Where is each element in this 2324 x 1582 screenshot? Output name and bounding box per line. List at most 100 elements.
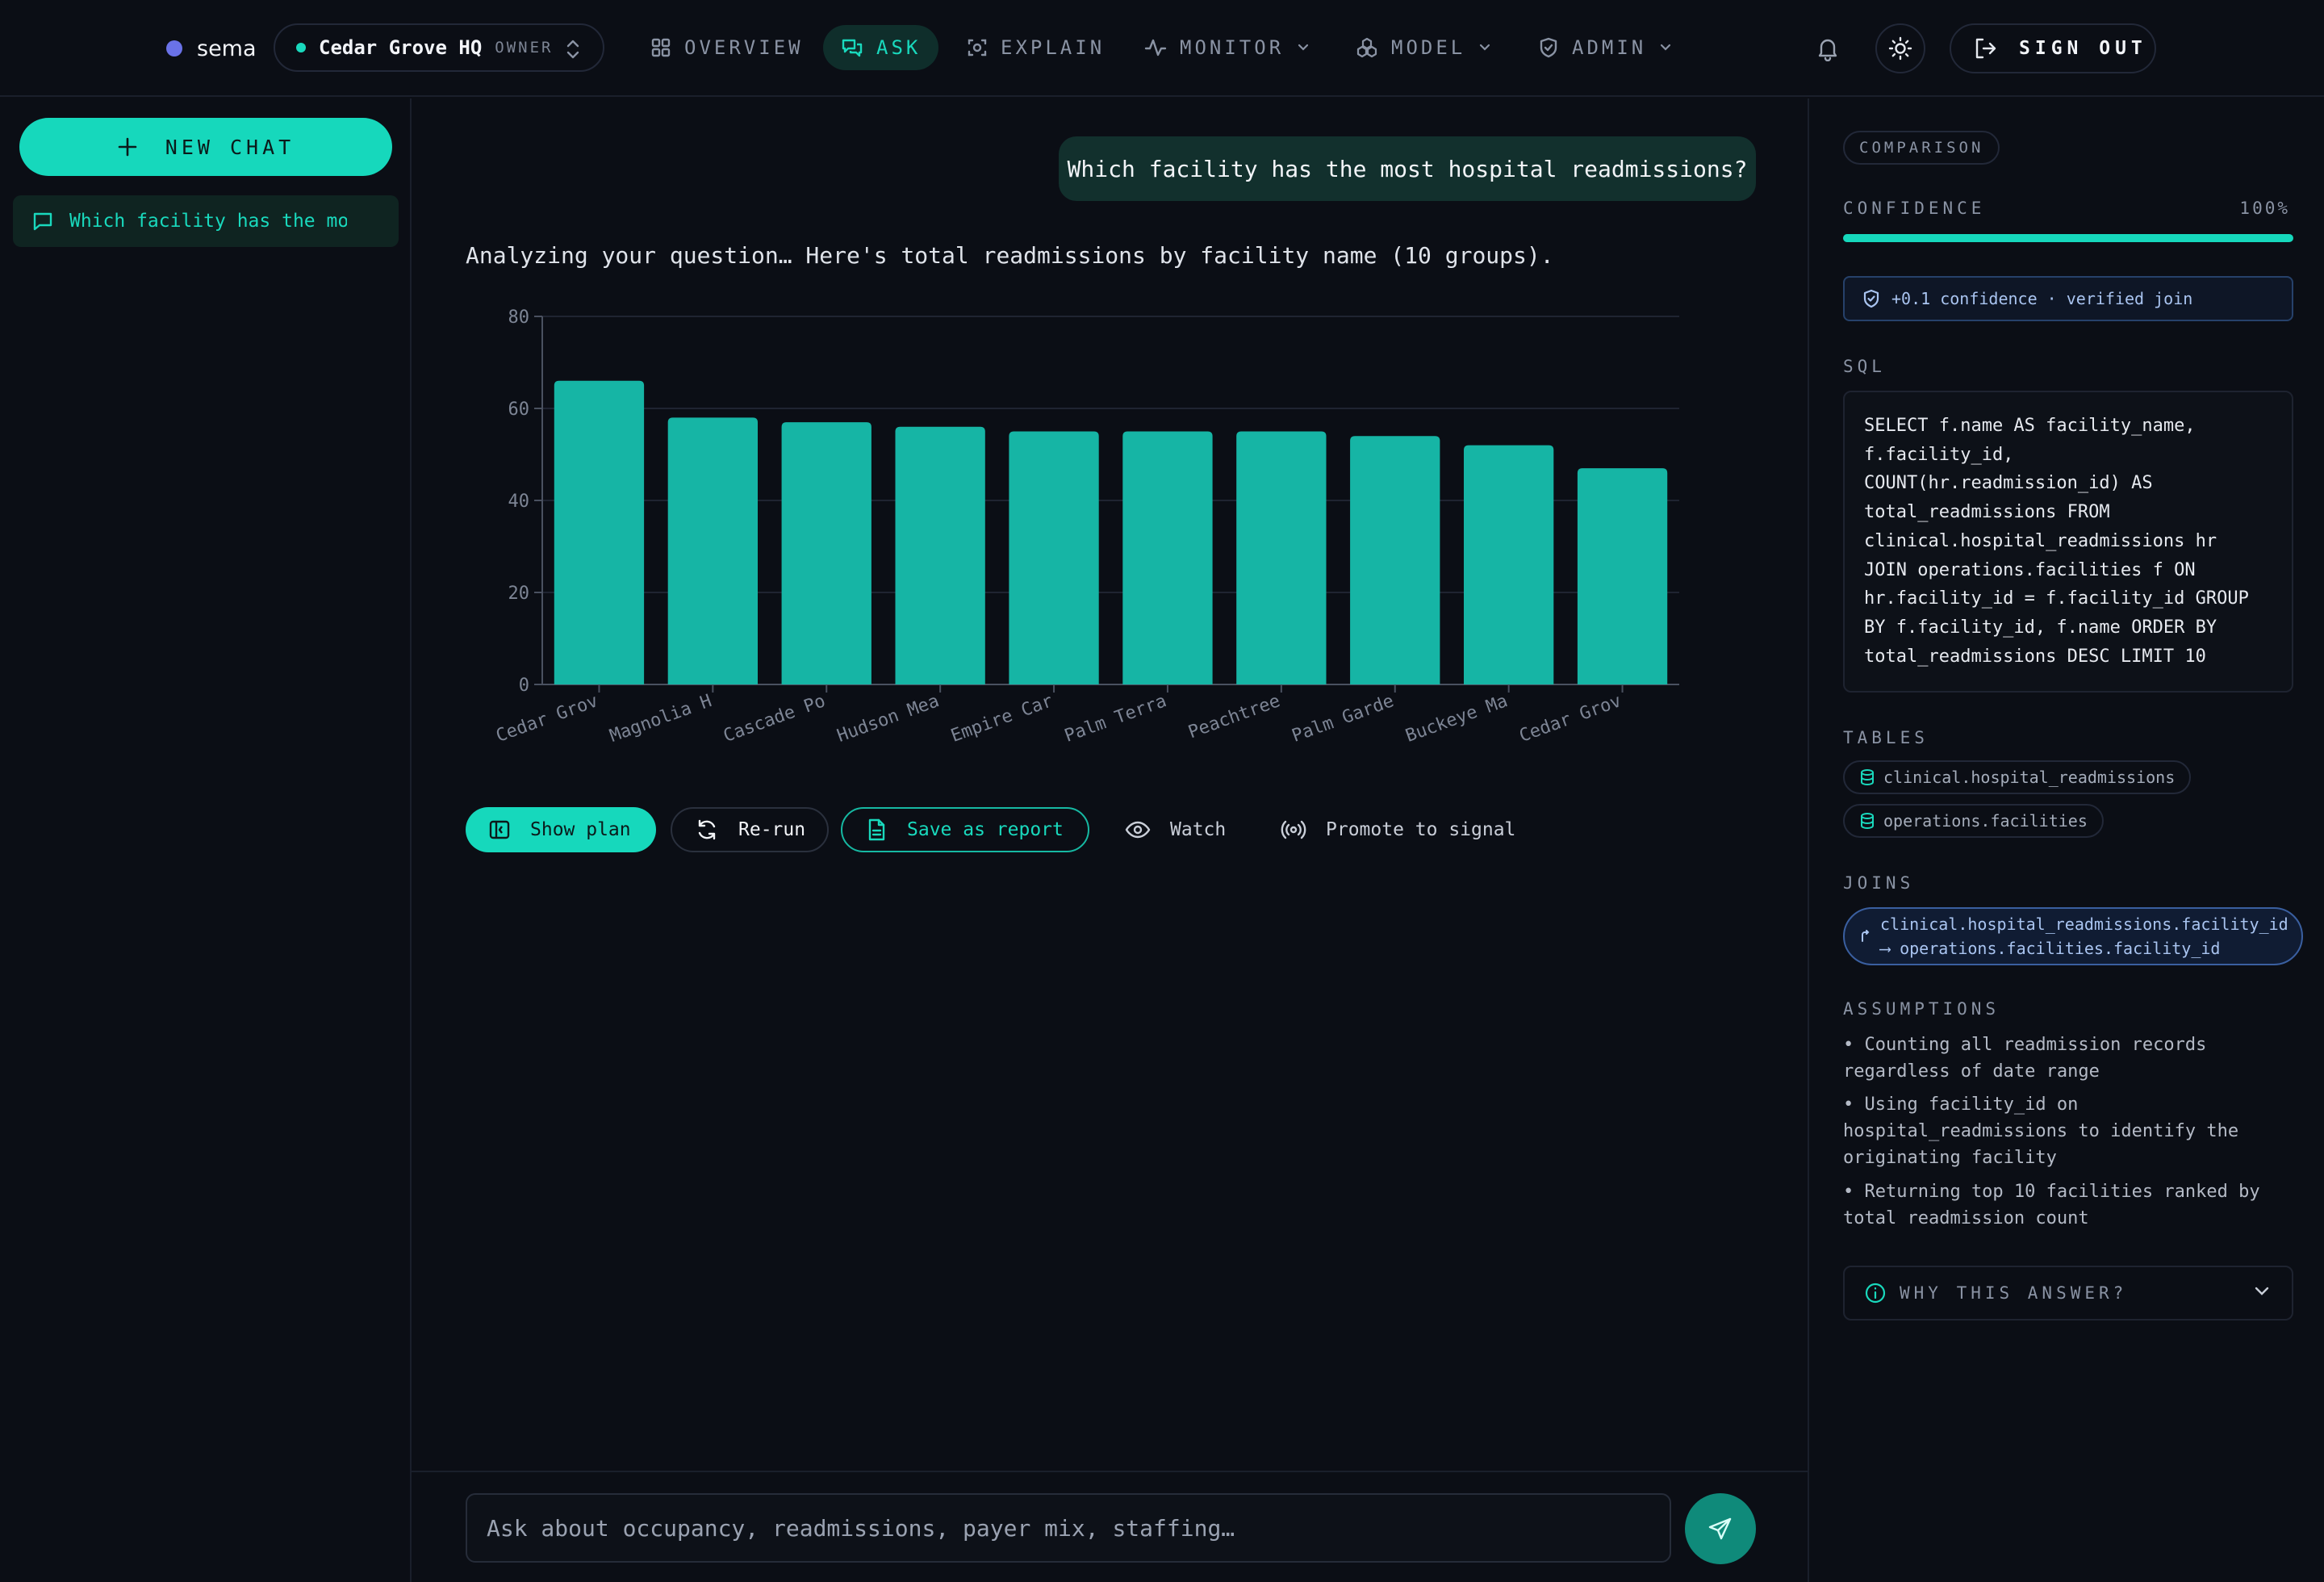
new-chat-button[interactable]: NEW CHAT (19, 118, 392, 176)
chevron-down-icon (1298, 44, 1309, 51)
sql-code-block: SELECT f.name AS facility_name, f.facili… (1843, 391, 2293, 693)
save-as-report-button[interactable]: Save as report (841, 807, 1089, 852)
confidence-bar-fill (1843, 234, 2293, 242)
bar (1122, 431, 1213, 684)
nav-admin[interactable]: ADMIN (1520, 25, 1690, 70)
y-tick-label: 80 (508, 308, 530, 328)
joins-label: JOINS (1843, 873, 1915, 893)
table-chip[interactable]: operations.facilities (1843, 804, 2104, 838)
assumption-item: • Counting all readmission records regar… (1843, 1035, 2207, 1082)
why-this-answer-label: WHY THIS ANSWER? (1900, 1283, 2128, 1303)
comparison-tag: COMPARISON (1843, 131, 2000, 165)
plus-icon (118, 137, 137, 157)
sql-label: SQL (1843, 357, 1886, 376)
chat-history-item[interactable]: Which facility has the most hospital rea… (13, 195, 399, 247)
show-plan-button[interactable]: Show plan (466, 807, 656, 852)
confidence-label: CONFIDENCE (1843, 199, 1986, 218)
send-button[interactable] (1685, 1493, 1756, 1564)
y-tick-label: 60 (508, 400, 530, 420)
database-icon (1861, 813, 1874, 830)
table-chip-label: operations.facilities (1883, 811, 2088, 831)
theme-toggle-button[interactable] (1875, 23, 1925, 73)
user-message-bubble: Which facility has the most hospital rea… (1059, 136, 1756, 201)
answer-details-panel: COMPARISON CONFIDENCE 100% +0.1 confiden… (1808, 98, 2324, 1582)
status-dot-icon (296, 43, 306, 52)
join-to: ⟶ operations.facilities.facility_id (1880, 939, 2221, 958)
chat-sidebar: NEW CHAT Which facility has the most hos… (0, 98, 412, 1582)
assumption-item: • Returning top 10 facilities ranked by … (1843, 1182, 2260, 1228)
nav-ask-label: ASK (876, 36, 922, 59)
confidence-bar (1843, 234, 2293, 242)
confidence-value: 100% (2239, 199, 2290, 218)
org-name: Cedar Grove HQ (319, 36, 483, 59)
tables-label: TABLES (1843, 728, 1929, 747)
bar (1577, 468, 1668, 684)
watch-button[interactable]: Watch (1102, 807, 1231, 852)
chevron-up-down-icon (566, 40, 579, 59)
nav-model[interactable]: MODEL (1338, 25, 1509, 70)
nav-model-label: MODEL (1391, 36, 1466, 59)
brand-dot-icon (166, 40, 182, 56)
chevron-down-icon (2255, 1287, 2269, 1295)
shield-check-icon (1863, 289, 1879, 308)
verified-join-note: +0.1 confidence · verified join (1843, 276, 2293, 321)
chat-history-label: Which facility has the most hospital rea… (69, 211, 347, 232)
sidebar-panel-icon (489, 820, 510, 839)
promote-to-signal-label: Promote to signal (1326, 819, 1516, 840)
bar (781, 422, 872, 684)
y-tick-label: 40 (508, 492, 530, 512)
shield-icon (1540, 37, 1557, 58)
bar (1350, 436, 1440, 684)
bar (1009, 431, 1099, 684)
x-tick-label: Cascade Po (721, 691, 828, 747)
bar (1236, 431, 1327, 684)
scan-focus-icon (968, 39, 987, 56)
x-tick-label: Palm Terra (1062, 691, 1169, 747)
bar (895, 426, 985, 684)
nav-explain-label: EXPLAIN (1001, 36, 1106, 59)
y-tick-label: 20 (508, 584, 530, 604)
sign-out-label: SIGN OUT (2019, 38, 2147, 59)
table-chip[interactable]: clinical.hospital_readmissions (1843, 760, 2192, 794)
promote-to-signal-button[interactable]: Promote to signal (1258, 807, 1532, 852)
rerun-label: Re-run (738, 819, 806, 840)
x-tick-label: Palm Garde (1289, 691, 1397, 747)
nav-ask[interactable]: ASK (823, 25, 939, 70)
database-icon (1861, 769, 1874, 786)
sun-icon (1888, 36, 1912, 61)
pulse-icon (1144, 39, 1167, 56)
assistant-answer-text: Analyzing your question… Here's total re… (466, 242, 1554, 269)
top-nav-bar: sema Cedar Grove HQ OWNER OVERVIEW ASK E… (0, 0, 2324, 97)
chevron-down-icon (1480, 44, 1490, 51)
nav-monitor-label: MONITOR (1180, 36, 1285, 59)
x-tick-label: Buckeye Ma (1403, 691, 1511, 747)
model-cubes-icon (1356, 37, 1377, 58)
bar (554, 380, 645, 684)
question-input[interactable] (466, 1493, 1671, 1563)
show-plan-label: Show plan (530, 819, 631, 840)
new-chat-label: NEW CHAT (165, 135, 295, 159)
nav-monitor[interactable]: MONITOR (1126, 25, 1327, 70)
org-switcher[interactable]: Cedar Grove HQ OWNER (274, 23, 604, 72)
nav-overview-label: OVERVIEW (684, 36, 804, 59)
watch-label: Watch (1170, 819, 1227, 840)
grid-icon (651, 38, 671, 57)
message-icon (33, 212, 52, 231)
y-tick-label: 0 (519, 676, 529, 696)
nav-overview[interactable]: OVERVIEW (633, 25, 821, 70)
x-tick-label: Peachtree (1185, 691, 1283, 743)
rerun-button[interactable]: Re-run (671, 807, 829, 852)
x-tick-label: Magnolia H (607, 691, 714, 747)
sign-out-button[interactable]: SIGN OUT (1950, 23, 2156, 73)
nav-explain[interactable]: EXPLAIN (949, 25, 1122, 70)
brand-logo[interactable]: sema (166, 32, 257, 65)
nav-admin-label: ADMIN (1572, 36, 1647, 59)
readmissions-bar-chart: 020406080Cedar Grov Magnolia H Cascade Po H… (493, 308, 1679, 747)
x-tick-label: Cedar Grov (1517, 691, 1624, 747)
join-from: clinical.hospital_readmissions.facility_… (1880, 914, 2288, 934)
notifications-button[interactable] (1803, 23, 1853, 73)
send-icon (1708, 1517, 1732, 1540)
composer (412, 1471, 1808, 1582)
why-this-answer-toggle[interactable]: WHY THIS ANSWER? (1843, 1266, 2293, 1320)
join-chip[interactable]: clinical.hospital_readmissions.facility_… (1843, 907, 2303, 965)
